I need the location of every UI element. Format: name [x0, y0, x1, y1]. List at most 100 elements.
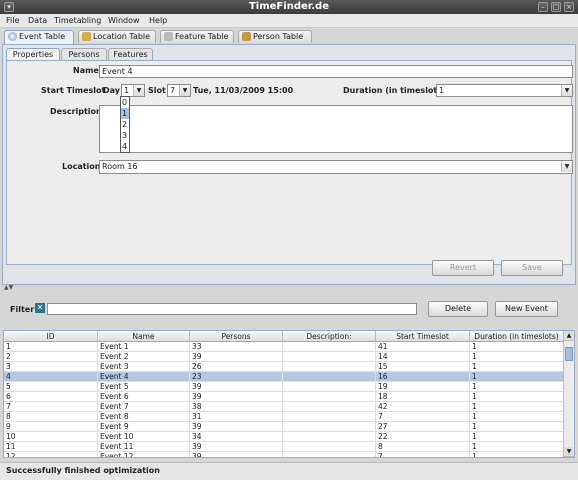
cell-duration[interactable]: 1	[470, 412, 564, 422]
cell-start-timeslot[interactable]: 8	[376, 442, 470, 452]
cell-duration[interactable]: 1	[470, 402, 564, 412]
cell-start-timeslot[interactable]: 7	[376, 452, 470, 457]
cell-start-timeslot[interactable]: 15	[376, 362, 470, 372]
cell-duration[interactable]: 1	[470, 422, 564, 432]
chevron-down-icon[interactable]: ▼	[133, 85, 144, 96]
cell-description[interactable]	[283, 442, 376, 452]
scroll-down-icon[interactable]: ▼	[564, 447, 574, 457]
table-row[interactable]: 6 Event 6 39 18 1	[4, 392, 564, 402]
cell-id[interactable]: 4	[4, 372, 98, 382]
table-row[interactable]: 10 Event 10 34 22 1	[4, 432, 564, 442]
cell-persons[interactable]: 34	[190, 432, 283, 442]
description-textarea[interactable]	[99, 105, 573, 153]
cell-persons[interactable]: 39	[190, 422, 283, 432]
cell-duration[interactable]: 1	[470, 372, 564, 382]
col-duration[interactable]: Duration (in timeslots)	[470, 331, 564, 342]
table-row[interactable]: 8 Event 8 31 7 1	[4, 412, 564, 422]
close-icon[interactable]: ×	[564, 2, 574, 12]
table-row[interactable]: 11 Event 11 39 8 1	[4, 442, 564, 452]
delete-button[interactable]: Delete	[428, 301, 488, 317]
table-row[interactable]: 12 Event 12 39 7 1	[4, 452, 564, 457]
table-row[interactable]: 7 Event 7 38 42 1	[4, 402, 564, 412]
cell-name[interactable]: Event 9	[98, 422, 190, 432]
table-row[interactable]: 5 Event 5 39 19 1	[4, 382, 564, 392]
cell-id[interactable]: 10	[4, 432, 98, 442]
tab-feature-table[interactable]: Feature Table	[160, 30, 234, 43]
cell-persons[interactable]: 23	[190, 372, 283, 382]
cell-persons[interactable]: 39	[190, 352, 283, 362]
cell-description[interactable]	[283, 342, 376, 352]
cell-name[interactable]: Event 11	[98, 442, 190, 452]
day-option[interactable]: 4	[121, 141, 129, 152]
cell-description[interactable]	[283, 402, 376, 412]
day-option[interactable]: 3	[121, 130, 129, 141]
cell-id[interactable]: 12	[4, 452, 98, 457]
location-combo[interactable]: Room 16 ▼	[99, 160, 573, 174]
revert-button[interactable]: Revert	[432, 260, 494, 276]
menu-file[interactable]: File	[6, 16, 19, 25]
cell-name[interactable]: Event 4	[98, 372, 190, 382]
split-divider[interactable]: ▲▼	[0, 284, 578, 292]
table-row[interactable]: 1 Event 1 33 41 1	[4, 342, 564, 352]
table-row[interactable]: 4 Event 4 23 16 1	[4, 372, 564, 382]
cell-id[interactable]: 7	[4, 402, 98, 412]
cell-id[interactable]: 8	[4, 412, 98, 422]
cell-name[interactable]: Event 12	[98, 452, 190, 457]
slot-combo[interactable]: 7 ▼	[167, 84, 191, 97]
cell-id[interactable]: 11	[4, 442, 98, 452]
cell-name[interactable]: Event 10	[98, 432, 190, 442]
new-event-button[interactable]: New Event	[495, 301, 558, 317]
cell-start-timeslot[interactable]: 41	[376, 342, 470, 352]
cell-name[interactable]: Event 3	[98, 362, 190, 372]
day-dropdown-list[interactable]: 0 1 2 3 4	[120, 96, 130, 153]
day-option[interactable]: 2	[121, 119, 129, 130]
cell-id[interactable]: 2	[4, 352, 98, 362]
menu-data[interactable]: Data	[28, 16, 47, 25]
cell-id[interactable]: 9	[4, 422, 98, 432]
cell-name[interactable]: Event 8	[98, 412, 190, 422]
cell-id[interactable]: 6	[4, 392, 98, 402]
table-row[interactable]: 2 Event 2 39 14 1	[4, 352, 564, 362]
tab-event-table[interactable]: Event Table	[4, 30, 74, 44]
cell-persons[interactable]: 38	[190, 402, 283, 412]
chevron-down-icon[interactable]: ▼	[561, 161, 572, 172]
tab-location-table[interactable]: Location Table	[78, 30, 156, 43]
day-option-selected[interactable]: 1	[121, 108, 129, 119]
filter-input[interactable]	[47, 303, 417, 315]
maximize-icon[interactable]: □	[551, 2, 561, 12]
cell-name[interactable]: Event 6	[98, 392, 190, 402]
minimize-icon[interactable]: –	[538, 2, 548, 12]
duration-combo[interactable]: 1 ▼	[436, 84, 573, 97]
cell-duration[interactable]: 1	[470, 432, 564, 442]
split-arrows-icon[interactable]: ▲▼	[4, 284, 13, 291]
cell-description[interactable]	[283, 432, 376, 442]
table-row[interactable]: 3 Event 3 26 15 1	[4, 362, 564, 372]
cell-id[interactable]: 3	[4, 362, 98, 372]
cell-start-timeslot[interactable]: 7	[376, 412, 470, 422]
cell-id[interactable]: 1	[4, 342, 98, 352]
save-button[interactable]: Save	[501, 260, 563, 276]
cell-persons[interactable]: 39	[190, 392, 283, 402]
col-persons[interactable]: Persons	[190, 331, 283, 342]
col-description[interactable]: Description:	[283, 331, 376, 342]
cell-duration[interactable]: 1	[470, 352, 564, 362]
cell-start-timeslot[interactable]: 14	[376, 352, 470, 362]
scroll-up-icon[interactable]: ▲	[564, 331, 574, 341]
table-row[interactable]: 9 Event 9 39 27 1	[4, 422, 564, 432]
cell-start-timeslot[interactable]: 22	[376, 432, 470, 442]
tab-features[interactable]: Features	[108, 48, 153, 60]
cell-description[interactable]	[283, 372, 376, 382]
cell-persons[interactable]: 31	[190, 412, 283, 422]
cell-description[interactable]	[283, 392, 376, 402]
menu-timetabling[interactable]: Timetabling	[54, 16, 101, 25]
col-name[interactable]: Name	[98, 331, 190, 342]
cell-start-timeslot[interactable]: 18	[376, 392, 470, 402]
cell-duration[interactable]: 1	[470, 452, 564, 457]
cell-name[interactable]: Event 2	[98, 352, 190, 362]
cell-name[interactable]: Event 1	[98, 342, 190, 352]
cell-description[interactable]	[283, 412, 376, 422]
tab-persons[interactable]: Persons	[61, 48, 107, 60]
day-option[interactable]: 0	[121, 97, 129, 108]
scroll-thumb[interactable]	[565, 347, 573, 361]
cell-duration[interactable]: 1	[470, 392, 564, 402]
